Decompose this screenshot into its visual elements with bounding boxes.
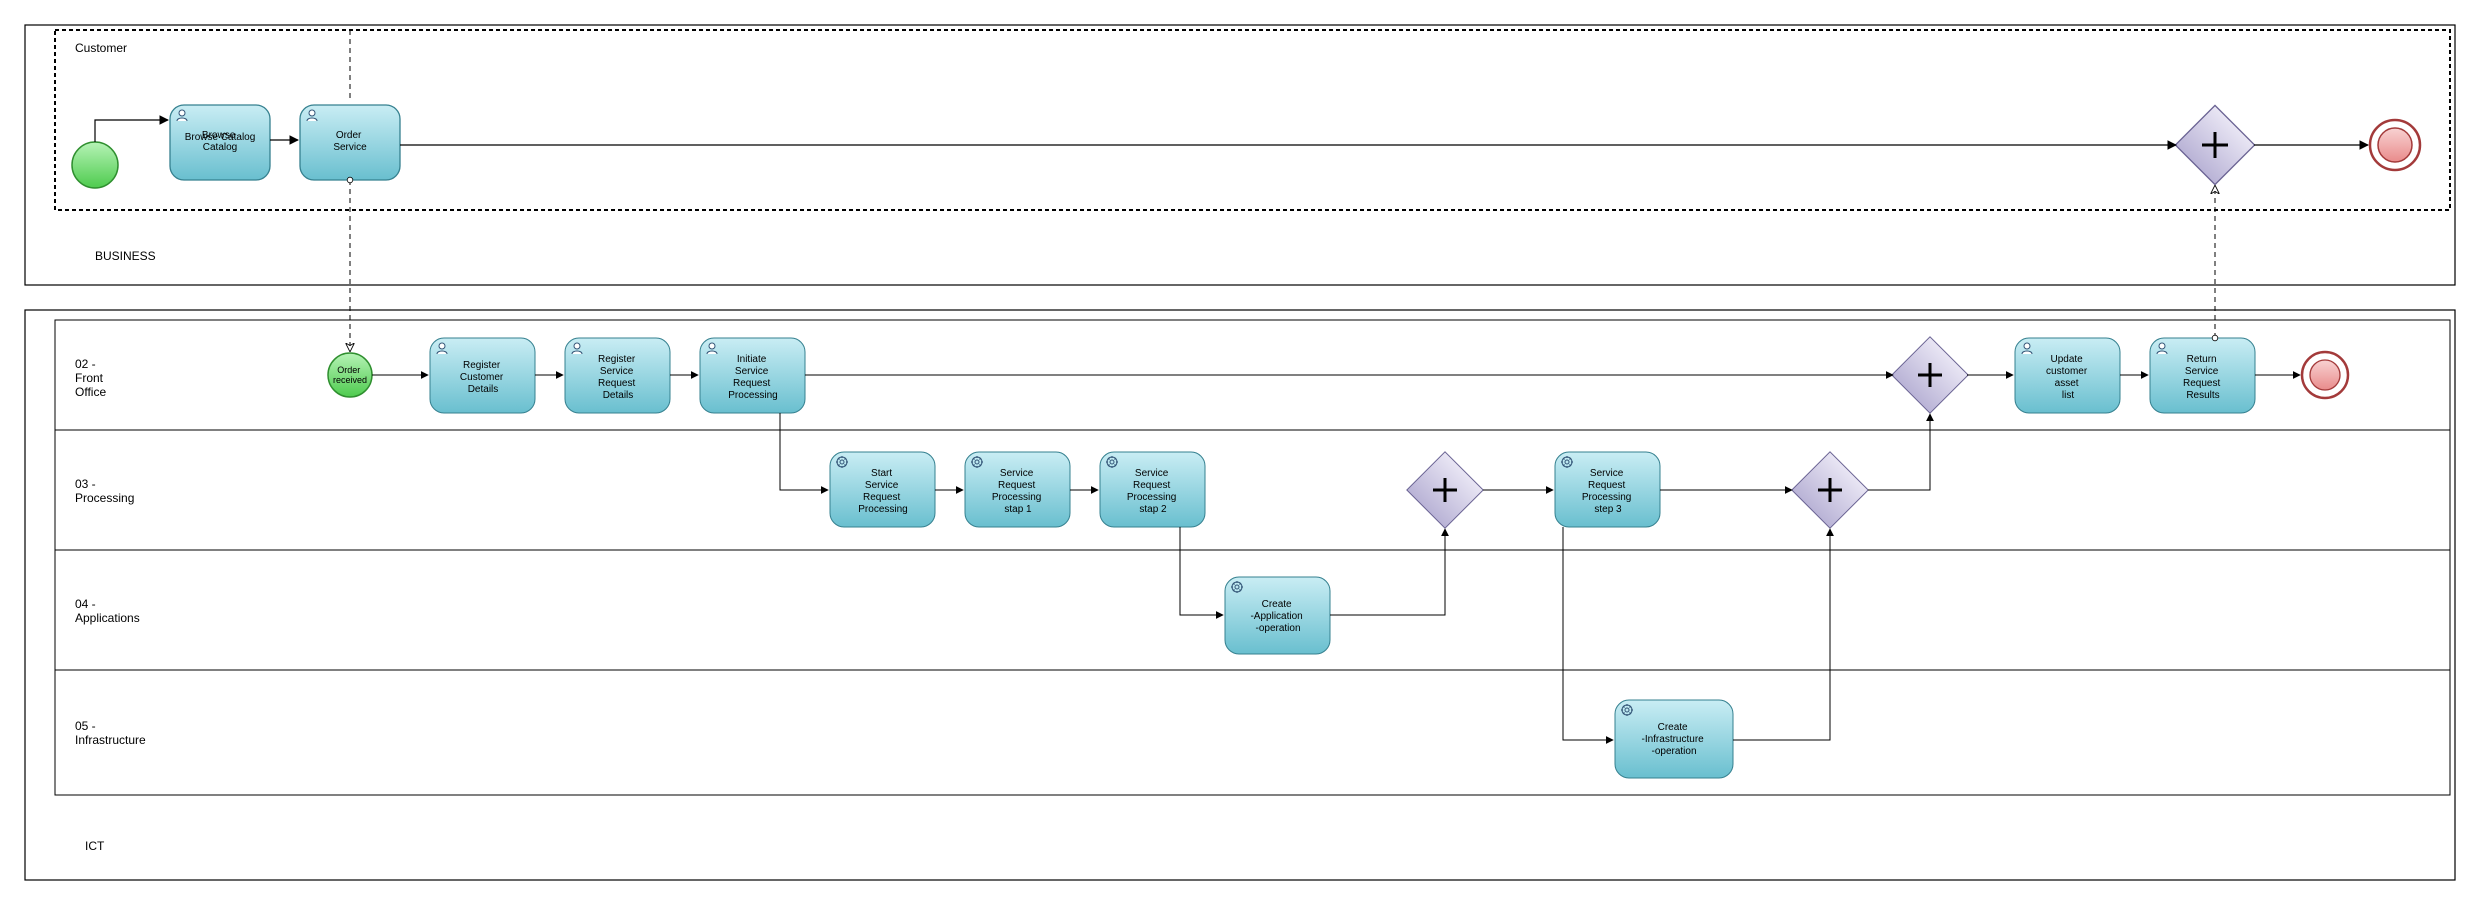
task-browse-catalog[interactable]: Browse Catalog Browse Catalog (170, 105, 270, 180)
svg-text:Return Service: Return Service Request Results (2183, 354, 2223, 401)
gateway-front-office-merge[interactable] (1892, 337, 1968, 413)
task-return-service-request-results[interactable]: Return Service Request Results (2150, 338, 2255, 413)
start-event-feels-need[interactable]: Feels Need (0, 0, 118, 188)
lane-applications: 04 - Applications 04 - Applications Crea… (0, 0, 2450, 670)
lane-processing: 03 - Processing 03 - Processing Start Se… (0, 0, 2450, 550)
task-start-service-request-processing[interactable]: Start Service Request Processing (830, 452, 935, 527)
svg-text:04 - Applications: 04 - Applications (75, 597, 140, 625)
svg-text:03 - Processing: 03 - Processing (75, 477, 134, 505)
lane-front-office: 02 - Front Office 02 - Front Office Orde… (0, 0, 2450, 430)
task-initiate-service-request-processing[interactable]: Initiate Service Request Processing (700, 338, 805, 413)
task-update-customer-asset-list[interactable]: Update customer asset list (2015, 338, 2120, 413)
flow (1868, 414, 1930, 490)
bpmn-diagram: BUSINESS Customer Feels Need Browse Cata… (0, 0, 2475, 901)
svg-text:Register Service: Register Service Request Details (598, 354, 638, 401)
gateway-customer-merge[interactable] (2175, 105, 2254, 184)
pool-label-business: BUSINESS (95, 249, 156, 263)
flow (780, 413, 828, 490)
task-service-request-processing-step1[interactable]: Service Request Processing stap 1 (965, 452, 1070, 527)
task-order-service[interactable]: Order Service (300, 105, 400, 180)
task-service-request-processing-step3[interactable]: Service Request Processing step 3 (1555, 452, 1660, 527)
task-service-request-processing-step2[interactable]: Service Request Processing stap 2 (1100, 452, 1205, 527)
svg-text:05 - Infrastructure: 05 - Infrastructure (75, 719, 146, 747)
pool-business: BUSINESS Customer Feels Need Browse Cata… (0, 0, 2455, 285)
svg-text:Order Service: Order Service (333, 130, 367, 153)
svg-text:02 - Front Off: 02 - Front Office (75, 357, 106, 399)
flow (1330, 529, 1445, 615)
flow (1733, 529, 1830, 740)
gateway-processing-merge[interactable] (1792, 452, 1868, 528)
end-event-customer[interactable] (2370, 120, 2420, 170)
svg-text:Feels Need: Feels Need (0, 0, 23, 2)
task-register-customer-details[interactable]: Register Customer Details (430, 338, 535, 413)
svg-text:Browse Catalog: Browse Catalog (202, 130, 238, 153)
gateway-processing-split[interactable] (1407, 452, 1483, 528)
task-register-service-request-details[interactable]: Register Service Request Details (565, 338, 670, 413)
task-create-infrastructure-operation[interactable]: Create -Infrastructure -operation (1615, 700, 1733, 778)
task-create-application-operation[interactable]: Create -Application -operation (1225, 577, 1330, 654)
start-event-order-received[interactable]: Order received (328, 353, 372, 397)
svg-text:Order received: Order received (333, 365, 367, 385)
end-event-ict[interactable] (2302, 352, 2348, 398)
flow (95, 120, 168, 142)
lane-customer: Customer Feels Need Browse Catalog Brows… (0, 0, 2450, 210)
lane-label-customer: Customer (75, 41, 127, 55)
flow (1563, 527, 1613, 740)
pool-label-ict: ICT (85, 839, 105, 853)
flow (1180, 527, 1223, 615)
